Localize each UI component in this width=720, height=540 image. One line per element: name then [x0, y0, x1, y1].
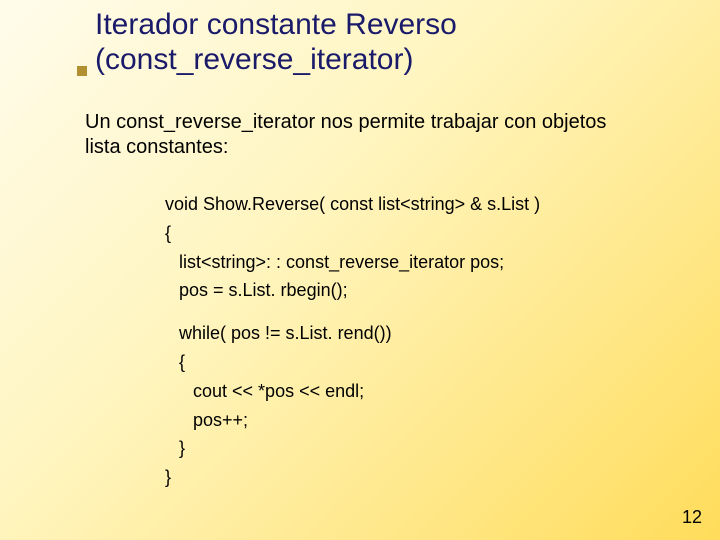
- title-block: Iterador constante Reverso (const_revers…: [95, 8, 457, 77]
- code-line: while( pos != s.List. rend()): [165, 319, 665, 348]
- slide-title-line1: Iterador constante Reverso: [95, 8, 457, 43]
- code-line: pos = s.List. rbegin();: [165, 276, 665, 305]
- code-line: {: [165, 348, 665, 377]
- code-line: void Show.Reverse( const list<string> & …: [165, 190, 665, 219]
- slide: Iterador constante Reverso (const_revers…: [0, 0, 720, 540]
- code-line: {: [165, 219, 665, 248]
- slide-title-line2: (const_reverse_iterator): [95, 43, 457, 78]
- intro-text: Un const_reverse_iterator nos permite tr…: [85, 110, 645, 160]
- code-line: cout << *pos << endl;: [165, 377, 665, 406]
- code-line: list<string>: : const_reverse_iterator p…: [165, 248, 665, 277]
- code-line: }: [165, 463, 665, 492]
- page-number: 12: [682, 507, 702, 528]
- spacer: [165, 305, 665, 319]
- code-line: }: [165, 434, 665, 463]
- code-line: pos++;: [165, 406, 665, 435]
- code-block: void Show.Reverse( const list<string> & …: [165, 190, 665, 492]
- bullet-icon: [77, 66, 87, 76]
- intro-block: Un const_reverse_iterator nos permite tr…: [85, 110, 645, 160]
